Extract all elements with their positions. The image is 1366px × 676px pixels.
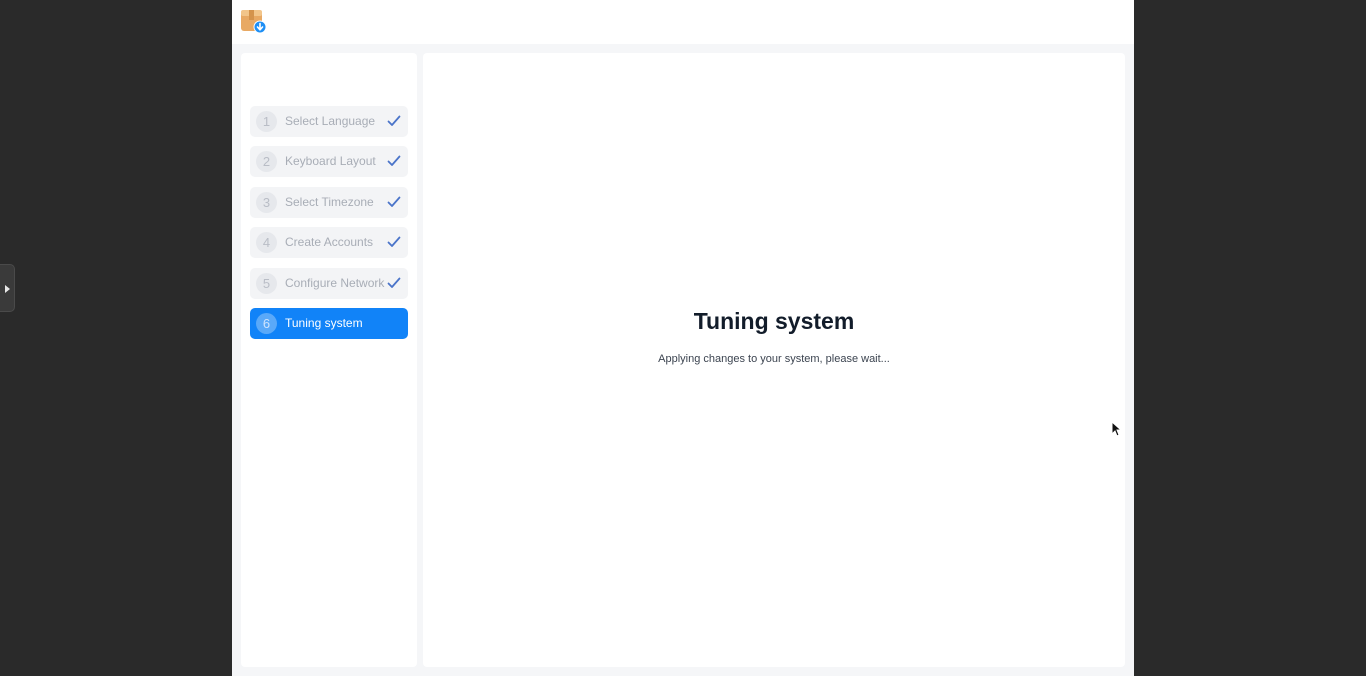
step-select-language[interactable]: 1 Select Language — [250, 106, 408, 137]
step-select-timezone[interactable]: 3 Select Timezone — [250, 187, 408, 218]
checkmark-icon — [387, 115, 401, 126]
step-number: 2 — [256, 151, 277, 172]
page-title: Tuning system — [693, 308, 855, 334]
status-message: Applying changes to your system, please … — [658, 353, 890, 365]
step-create-accounts[interactable]: 4 Create Accounts — [250, 227, 408, 258]
installer-window: 1 Select Language 2 Keyboard Layout 3 Se… — [232, 0, 1134, 676]
step-number: 1 — [256, 111, 277, 132]
step-number: 3 — [256, 192, 277, 213]
step-label: Select Language — [285, 114, 376, 128]
step-label: Keyboard Layout — [285, 154, 376, 168]
checkmark-icon — [387, 236, 401, 247]
step-label: Create Accounts — [285, 235, 374, 249]
checkmark-icon — [387, 155, 401, 166]
steps-sidebar: 1 Select Language 2 Keyboard Layout 3 Se… — [241, 53, 417, 667]
checkmark-icon — [387, 196, 401, 207]
step-keyboard-layout[interactable]: 2 Keyboard Layout — [250, 146, 408, 177]
installer-package-icon — [241, 10, 267, 34]
step-number: 6 — [256, 313, 277, 334]
header-bar — [232, 0, 1134, 44]
mouse-pointer-icon — [1111, 421, 1121, 437]
main-content-panel: Tuning system Applying changes to your s… — [423, 53, 1125, 667]
step-label: Select Timezone — [285, 195, 374, 209]
side-panel-toggle[interactable] — [0, 264, 15, 312]
step-configure-network[interactable]: 5 Configure Network — [250, 268, 408, 299]
checkmark-icon — [387, 277, 401, 288]
step-label: Configure Network — [285, 276, 385, 290]
step-number: 5 — [256, 273, 277, 294]
step-number: 4 — [256, 232, 277, 253]
step-label: Tuning system — [285, 316, 363, 330]
step-tuning-system[interactable]: 6 Tuning system — [250, 308, 408, 339]
